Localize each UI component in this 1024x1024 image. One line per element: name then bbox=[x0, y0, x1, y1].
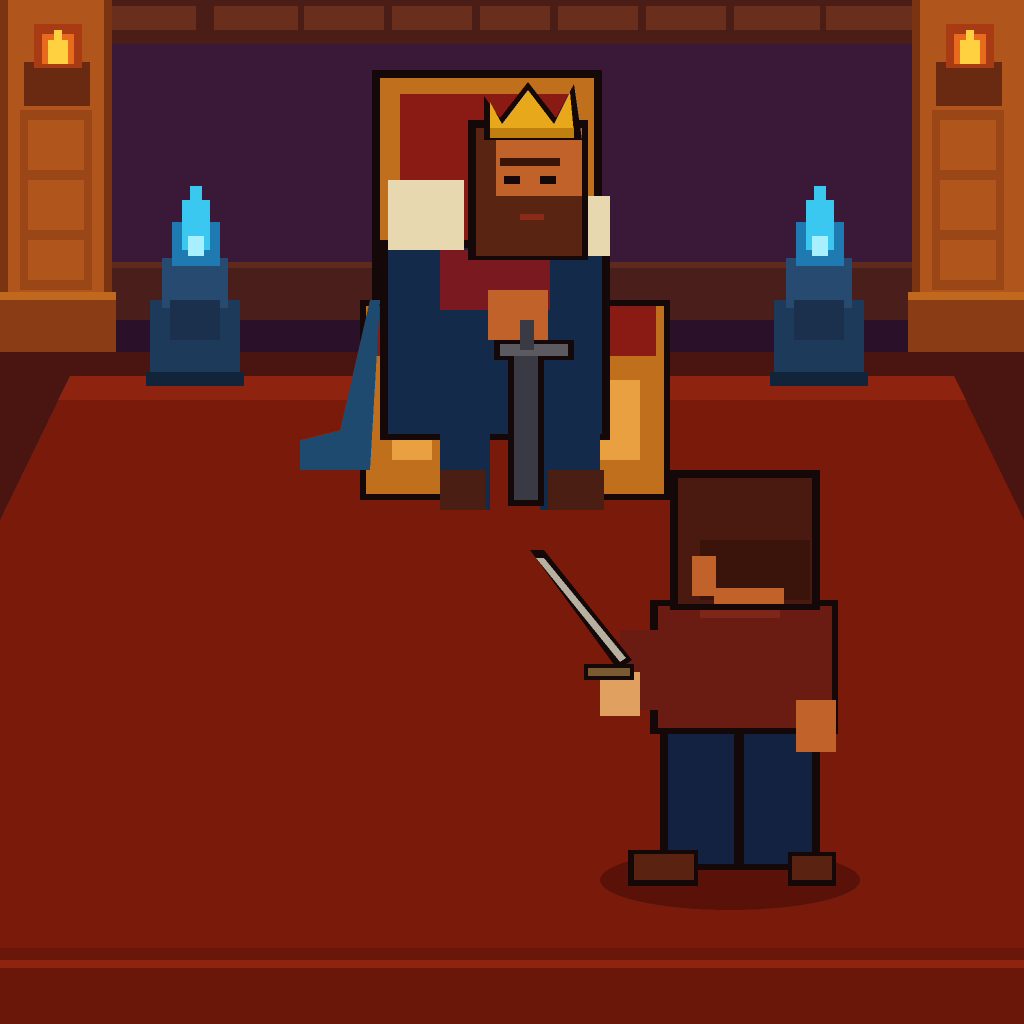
throne-room-scene bbox=[0, 0, 1024, 1024]
scene-canvas bbox=[0, 0, 1024, 1024]
ceiling-beam bbox=[100, 0, 924, 44]
